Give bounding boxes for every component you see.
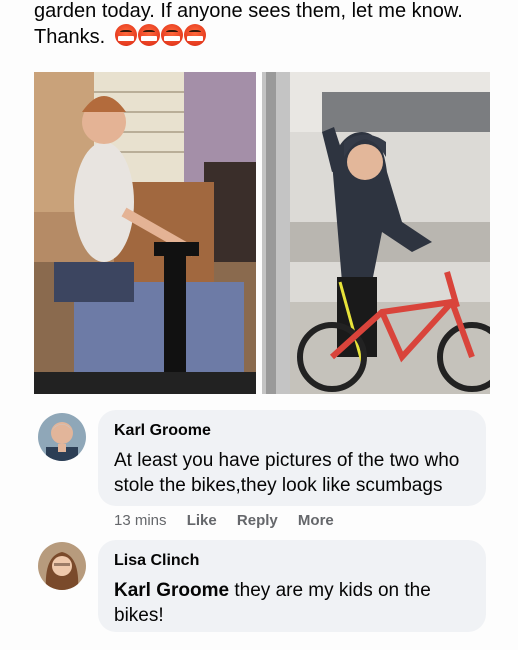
photo-outdoor-bike[interactable] [262,72,490,394]
photo-indoor-bike[interactable] [34,72,256,394]
avatar-lisa[interactable] [38,542,86,590]
comment-actions: 13 mins Like Reply More [114,512,350,529]
more-button[interactable]: More [298,512,334,529]
comment-text: At least you have pictures of the two wh… [114,450,460,496]
comment-timestamp[interactable]: 13 mins [114,512,167,529]
like-button[interactable]: Like [187,512,217,529]
post-text-line-1: garden today. If anyone sees them, let m… [34,0,463,22]
post-photos [34,72,490,394]
post-text-line-2: Thanks. [34,26,106,48]
reply-button[interactable]: Reply [237,512,278,529]
emoji-row [114,24,207,53]
post-text: garden today. If anyone sees them, let m… [34,0,504,53]
comment-text: Karl Groome they are my kids on the bike… [114,578,470,628]
comment-author[interactable]: Lisa Clinch [114,552,470,570]
comment-author[interactable]: Karl Groome [114,422,470,440]
angry-face-icon [160,24,183,46]
angry-face-icon [137,24,160,46]
angry-face-icon [114,24,137,46]
angry-face-icon [183,24,206,46]
comment-bubble-lisa: Lisa Clinch Karl Groome they are my kids… [98,540,486,632]
mention-link[interactable]: Karl Groome [114,580,229,601]
comment-bubble-karl: Karl Groome At least you have pictures o… [98,410,486,506]
avatar-karl[interactable] [38,413,86,461]
